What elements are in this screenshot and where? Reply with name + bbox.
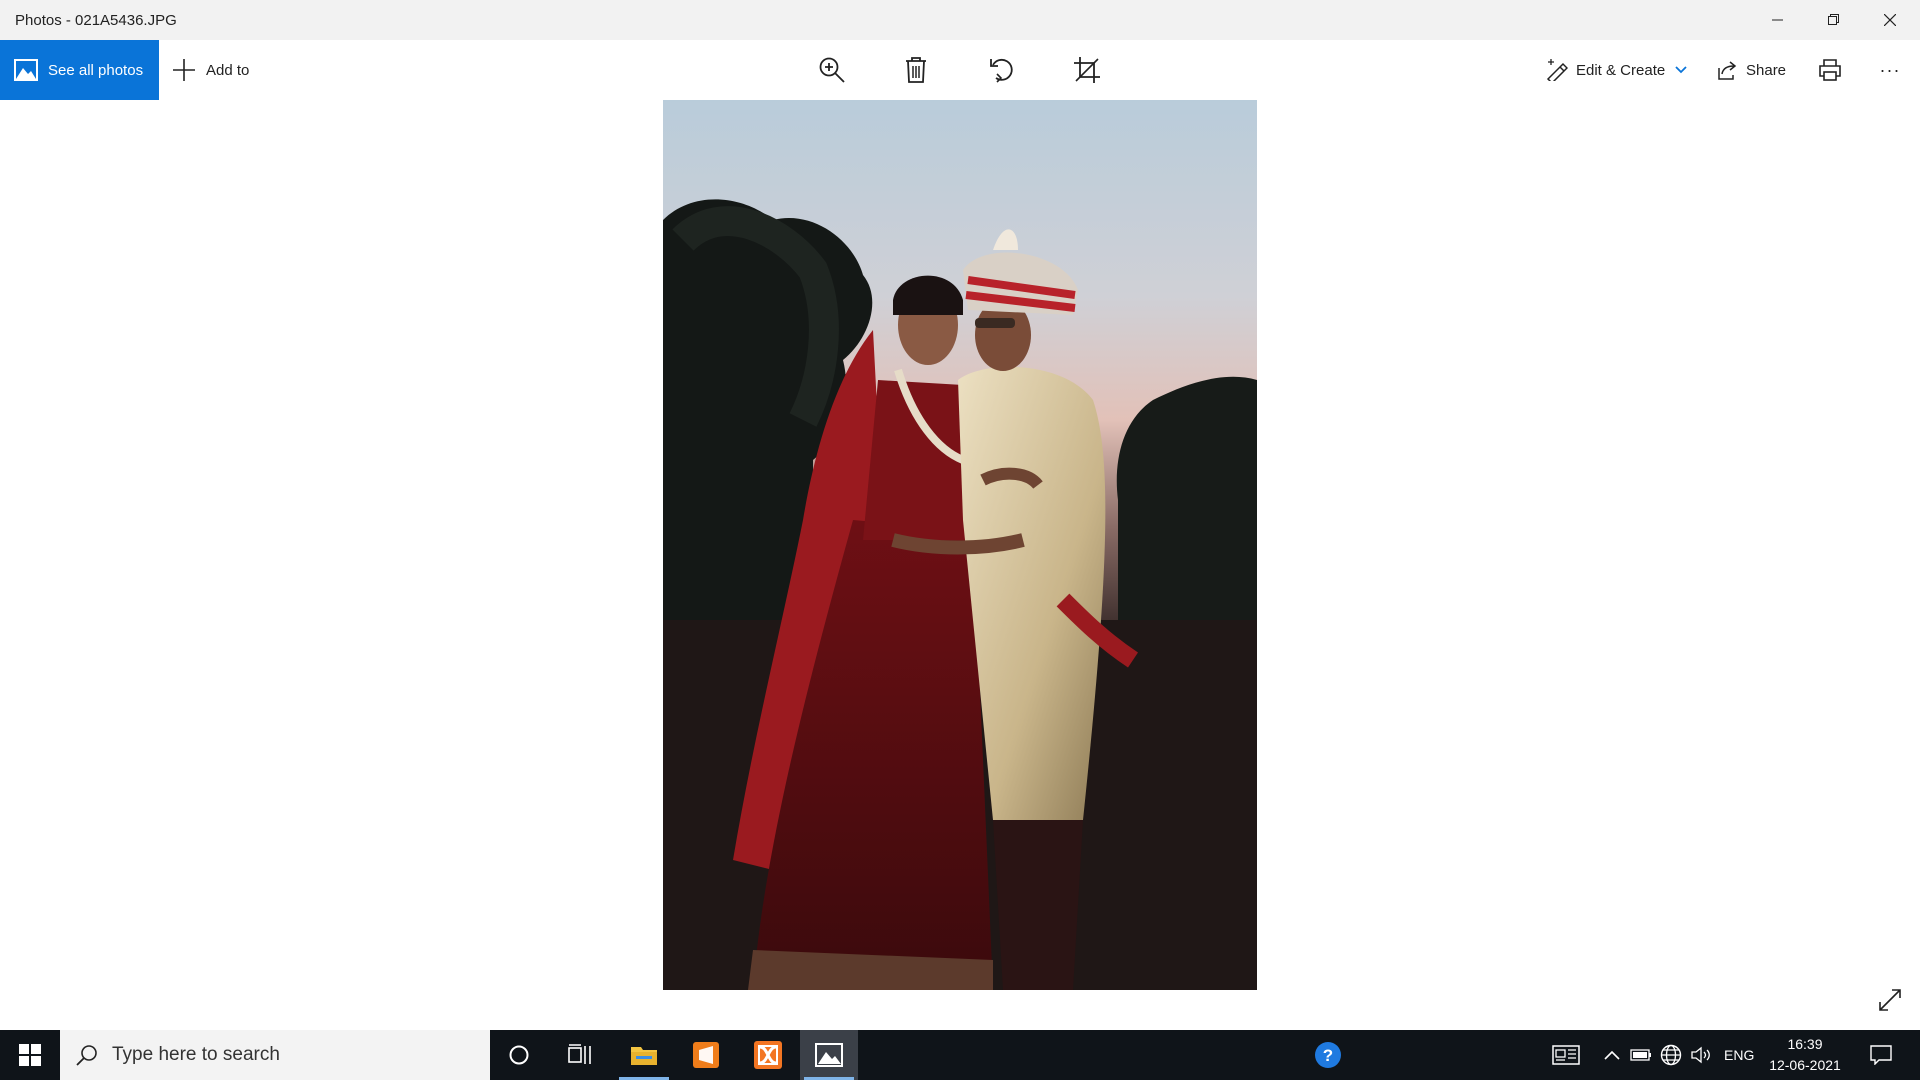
edit-create-icon: [1546, 59, 1568, 81]
restore-icon: [1828, 14, 1839, 25]
help-button[interactable]: ?: [1310, 1030, 1346, 1080]
rotate-icon: [990, 58, 1013, 83]
add-to-button[interactable]: Add to: [172, 40, 249, 100]
clock-date: 12-06-2021: [1769, 1057, 1841, 1073]
battery-button[interactable]: [1628, 1030, 1654, 1080]
crop-icon: [1074, 57, 1100, 83]
minimize-icon: [1772, 19, 1783, 21]
print-button[interactable]: [1810, 50, 1850, 90]
news-icon: [1552, 1045, 1580, 1065]
chevron-up-icon: [1604, 1050, 1620, 1060]
minimize-button[interactable]: [1750, 0, 1806, 40]
taskbar-search-box[interactable]: Type here to search: [60, 1030, 490, 1080]
speaker-icon: [1691, 1046, 1710, 1064]
printer-icon: [1819, 59, 1841, 81]
clock[interactable]: 16:39 12-06-2021: [1760, 1034, 1850, 1078]
wedding-couple-photo: [663, 100, 1257, 990]
task-view-button[interactable]: [551, 1030, 609, 1080]
expand-icon: [1879, 989, 1901, 1011]
photo-viewer-image[interactable]: [663, 100, 1257, 990]
file-explorer-button[interactable]: [615, 1030, 673, 1080]
chevron-down-icon: [1675, 66, 1687, 74]
command-bar: See all photos Add to Edit & Create Shar…: [0, 40, 1920, 100]
battery-icon: [1630, 1049, 1651, 1061]
rotate-button[interactable]: [982, 50, 1022, 90]
start-button[interactable]: [0, 1030, 60, 1080]
taskbar: Type here to search ? ENG 16:39 12-06-20…: [0, 1030, 1920, 1080]
search-icon: [76, 1045, 97, 1066]
sublime-text-button[interactable]: [677, 1030, 735, 1080]
clock-time: 16:39: [1787, 1036, 1823, 1052]
share-label: Share: [1746, 61, 1787, 79]
share-button[interactable]: Share: [1716, 40, 1786, 100]
xampp-icon: [754, 1041, 782, 1069]
cortana-icon: [509, 1045, 529, 1065]
sublime-text-icon: [693, 1042, 719, 1068]
trash-icon: [906, 57, 926, 83]
show-hidden-icons-button[interactable]: [1600, 1030, 1624, 1080]
title-bar: Photos - 021A5436.JPG: [0, 0, 1920, 40]
help-icon: ?: [1315, 1042, 1341, 1068]
search-placeholder: Type here to search: [112, 1044, 280, 1065]
plus-icon: [173, 59, 195, 81]
add-to-label: Add to: [206, 61, 250, 79]
photos-app-button[interactable]: [800, 1030, 858, 1080]
volume-button[interactable]: [1688, 1030, 1714, 1080]
see-all-photos-label: See all photos: [48, 61, 144, 79]
share-icon: [1718, 61, 1737, 80]
edit-create-label: Edit & Create: [1576, 61, 1666, 79]
notification-icon: [1870, 1045, 1892, 1065]
input-language-indicator[interactable]: ENG: [1724, 1030, 1754, 1080]
globe-icon: [1660, 1044, 1682, 1066]
task-view-icon: [568, 1044, 591, 1064]
crop-button[interactable]: [1067, 50, 1107, 90]
cortana-button[interactable]: [490, 1030, 548, 1080]
zoom-in-icon: [819, 57, 845, 83]
windows-logo-icon: [19, 1044, 41, 1066]
zoom-button[interactable]: [812, 50, 852, 90]
close-icon: [1884, 14, 1896, 26]
more-button[interactable]: ···: [1870, 50, 1910, 90]
news-widget-button[interactable]: [1548, 1030, 1584, 1080]
window-title: Photos - 021A5436.JPG: [15, 12, 177, 29]
photo-icon: [14, 59, 38, 81]
fullscreen-button[interactable]: [1872, 982, 1908, 1018]
edit-create-button[interactable]: Edit & Create: [1546, 40, 1687, 100]
action-center-button[interactable]: [1858, 1030, 1904, 1080]
svg-text:?: ?: [1323, 1046, 1333, 1065]
delete-button[interactable]: [896, 50, 936, 90]
restore-button[interactable]: [1806, 0, 1862, 40]
folder-icon: [631, 1047, 657, 1065]
more-label: ···: [1879, 59, 1901, 80]
xampp-button[interactable]: [739, 1030, 797, 1080]
network-button[interactable]: [1658, 1030, 1684, 1080]
close-button[interactable]: [1862, 0, 1918, 40]
see-all-photos-button[interactable]: See all photos: [0, 40, 159, 100]
photos-app-icon: [815, 1043, 843, 1067]
